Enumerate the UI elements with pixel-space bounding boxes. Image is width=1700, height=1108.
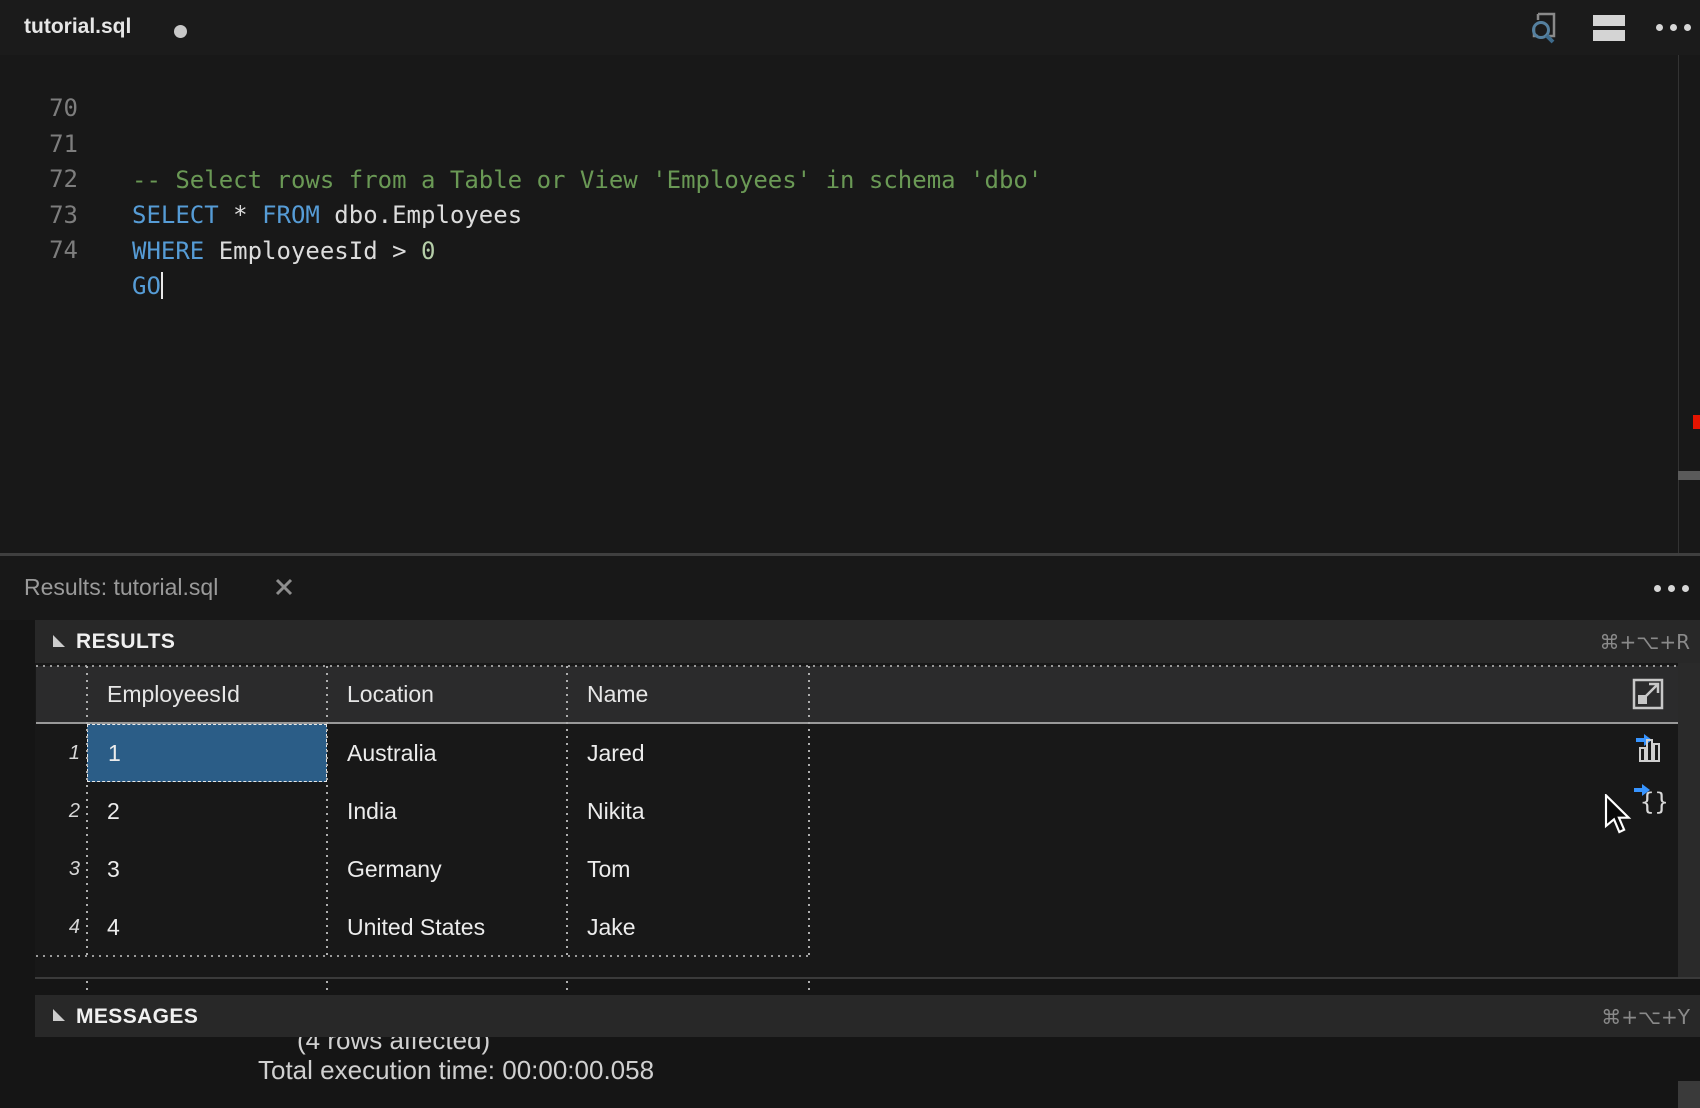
grid-cell[interactable]: 4 bbox=[87, 898, 327, 956]
save-as-json-icon[interactable]: {} bbox=[1632, 780, 1666, 821]
grid-line bbox=[36, 665, 1678, 667]
text-cursor bbox=[161, 272, 163, 299]
grid-scrollbar-track[interactable] bbox=[1678, 663, 1700, 977]
grid-cell[interactable]: Jared bbox=[567, 724, 807, 782]
code-line: 72 SELECT * FROM dbo.Employees bbox=[0, 125, 1660, 161]
messages-section-header[interactable]: MESSAGES ⌘+⌥+Y bbox=[35, 995, 1700, 1037]
row-number: 1 bbox=[36, 724, 80, 782]
editor-more-actions-icon[interactable] bbox=[1656, 24, 1691, 31]
editor-scrollbar-thumb[interactable] bbox=[1678, 471, 1700, 480]
grid-line bbox=[566, 666, 568, 956]
results-tab[interactable]: Results: tutorial.sql bbox=[24, 574, 218, 601]
editor-titlebar: tutorial.sql bbox=[0, 0, 1700, 55]
results-section-label: RESULTS bbox=[76, 630, 175, 654]
grid-line bbox=[566, 981, 568, 995]
grid-line bbox=[86, 666, 88, 956]
unsaved-changes-dot bbox=[174, 25, 187, 38]
messages-shortcut: ⌘+⌥+Y bbox=[1601, 1005, 1690, 1029]
svg-text:{}: {} bbox=[1640, 788, 1666, 816]
grid-cell-selected[interactable]: 1 bbox=[87, 724, 327, 782]
grid-bottom-border bbox=[35, 977, 1700, 979]
column-header[interactable]: Name bbox=[567, 666, 809, 723]
column-header[interactable]: EmployeesId bbox=[87, 666, 327, 723]
grid-cell[interactable]: 3 bbox=[87, 840, 327, 898]
grid-cell[interactable]: Tom bbox=[567, 840, 807, 898]
code-line: 71 -- Select rows from a Table or View '… bbox=[0, 90, 1660, 126]
code-line: 74 GO bbox=[0, 196, 1660, 232]
code-editor[interactable]: 70 71 -- Select rows from a Table or Vie… bbox=[0, 55, 1700, 553]
row-number: 2 bbox=[36, 782, 80, 840]
grid-line bbox=[808, 981, 810, 995]
app-window: tutorial.sql 70 71 -- S bbox=[0, 0, 1700, 1108]
row-number: 4 bbox=[36, 898, 80, 956]
file-title: tutorial.sql bbox=[24, 15, 131, 39]
results-tab-row: Results: tutorial.sql bbox=[0, 556, 1700, 620]
grid-cell[interactable]: India bbox=[327, 782, 567, 840]
grid-line bbox=[326, 666, 328, 956]
grid-cell[interactable]: 2 bbox=[87, 782, 327, 840]
grid-line bbox=[86, 981, 88, 995]
results-shortcut: ⌘+⌥+R bbox=[1600, 630, 1690, 654]
save-as-chart-icon[interactable] bbox=[1632, 728, 1666, 769]
split-editor-icon[interactable] bbox=[1593, 15, 1625, 46]
panel-more-actions-icon[interactable] bbox=[1654, 585, 1689, 592]
code-line: 70 bbox=[0, 54, 1660, 90]
rows-affected-message: (4 rows affected) bbox=[297, 1037, 490, 1056]
grid-cell[interactable]: Nikita bbox=[567, 782, 807, 840]
execution-time-message: Total execution time: 00:00:00.058 bbox=[258, 1055, 654, 1086]
grid-line bbox=[808, 666, 810, 956]
grid-cell[interactable]: Jake bbox=[567, 898, 807, 956]
messages-content: (4 rows affected) Total execution time: … bbox=[0, 1037, 1678, 1108]
code-line: 73 WHERE EmployeesId > 0 bbox=[0, 161, 1660, 197]
grid-cell[interactable]: United States bbox=[327, 898, 567, 956]
collapse-triangle-icon bbox=[52, 634, 66, 653]
query-results-panel: Results: tutorial.sql RESULTS ⌘+⌥+R bbox=[0, 556, 1700, 1108]
column-header[interactable]: Location bbox=[327, 666, 567, 723]
maximize-grid-icon[interactable] bbox=[1632, 678, 1664, 715]
overview-ruler-marker bbox=[1693, 415, 1700, 429]
grid-cell[interactable]: Germany bbox=[327, 840, 567, 898]
grid-cell[interactable]: Australia bbox=[327, 724, 567, 782]
messages-section-label: MESSAGES bbox=[76, 1005, 198, 1029]
mouse-cursor bbox=[1604, 794, 1632, 839]
row-number: 3 bbox=[36, 840, 80, 898]
close-icon[interactable] bbox=[274, 577, 294, 602]
messages-scrollbar-thumb[interactable] bbox=[1678, 1081, 1700, 1108]
grid-line bbox=[36, 955, 809, 957]
grid-line bbox=[326, 981, 328, 995]
results-section-header[interactable]: RESULTS ⌘+⌥+R bbox=[35, 620, 1700, 663]
collapse-triangle-icon bbox=[52, 1008, 66, 1027]
grid-header-underline bbox=[36, 722, 1678, 724]
open-preview-icon[interactable] bbox=[1526, 10, 1562, 51]
